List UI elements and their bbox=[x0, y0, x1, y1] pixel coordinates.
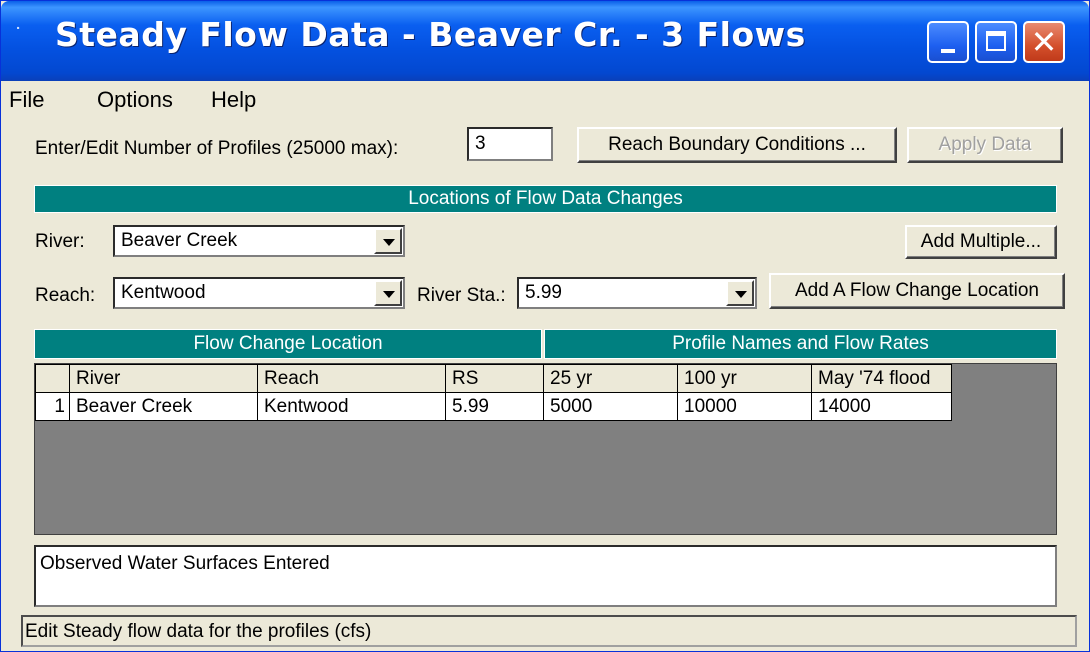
add-multiple-button[interactable]: Add Multiple... bbox=[905, 225, 1057, 259]
cell-reach[interactable]: Kentwood bbox=[257, 392, 446, 421]
profile-names-header: Profile Names and Flow Rates bbox=[544, 329, 1057, 359]
cell-100yr[interactable]: 10000 bbox=[677, 392, 812, 421]
column-header-may74[interactable]: May '74 flood bbox=[811, 364, 952, 393]
chevron-down-icon bbox=[383, 291, 395, 298]
description-box[interactable]: Observed Water Surfaces Entered bbox=[34, 545, 1057, 607]
menu-help[interactable]: Help bbox=[211, 87, 256, 113]
flow-data-grid[interactable]: River Reach RS 25 yr 100 yr May '74 floo… bbox=[34, 363, 1057, 535]
river-sta-value: 5.99 bbox=[525, 282, 562, 303]
minimize-button[interactable] bbox=[927, 21, 969, 63]
chevron-down-icon bbox=[383, 239, 395, 246]
chevron-down-icon bbox=[735, 291, 747, 298]
close-button[interactable]: ✕ bbox=[1023, 21, 1065, 63]
title-bar[interactable]: ⠂ Steady Flow Data - Beaver Cr. - 3 Flow… bbox=[1, 1, 1089, 81]
apply-data-button[interactable]: Apply Data bbox=[907, 127, 1063, 163]
maximize-icon bbox=[986, 31, 1006, 51]
column-header-river[interactable]: River bbox=[69, 364, 258, 393]
reach-boundary-conditions-button[interactable]: Reach Boundary Conditions ... bbox=[577, 127, 897, 163]
status-bar: Edit Steady flow data for the profiles (… bbox=[21, 615, 1077, 647]
steady-flow-window: ⠂ Steady Flow Data - Beaver Cr. - 3 Flow… bbox=[0, 0, 1090, 652]
add-flow-change-location-button[interactable]: Add A Flow Change Location bbox=[769, 273, 1065, 309]
cell-may74[interactable]: 14000 bbox=[811, 392, 952, 421]
cell-25yr[interactable]: 5000 bbox=[543, 392, 678, 421]
flow-change-location-header: Flow Change Location bbox=[34, 329, 542, 359]
cell-rs[interactable]: 5.99 bbox=[445, 392, 544, 421]
column-header-100yr[interactable]: 100 yr bbox=[677, 364, 812, 393]
table-header-row: River Reach RS 25 yr 100 yr May '74 floo… bbox=[35, 364, 952, 393]
reach-combobox[interactable]: Kentwood bbox=[113, 277, 405, 309]
reach-label: Reach: bbox=[35, 285, 96, 306]
profiles-count-input[interactable]: 3 bbox=[467, 127, 553, 161]
river-combobox[interactable]: Beaver Creek bbox=[113, 225, 405, 257]
menu-options[interactable]: Options bbox=[97, 87, 173, 113]
cell-river[interactable]: Beaver Creek bbox=[69, 392, 258, 421]
corner-cell[interactable] bbox=[35, 364, 70, 393]
app-icon: ⠂ bbox=[15, 21, 26, 37]
locations-header: Locations of Flow Data Changes bbox=[34, 185, 1057, 213]
menu-file[interactable]: File bbox=[9, 87, 44, 113]
column-header-25yr[interactable]: 25 yr bbox=[543, 364, 678, 393]
table-row: 1 Beaver Creek Kentwood 5.99 5000 10000 … bbox=[35, 392, 952, 421]
river-sta-label: River Sta.: bbox=[417, 285, 506, 306]
row-number[interactable]: 1 bbox=[35, 392, 70, 421]
river-sta-combobox[interactable]: 5.99 bbox=[517, 277, 757, 309]
reach-dropdown-button[interactable] bbox=[374, 280, 402, 306]
close-icon: ✕ bbox=[1030, 23, 1058, 61]
maximize-button[interactable] bbox=[975, 21, 1017, 63]
menu-bar: File Options Help bbox=[1, 81, 1089, 115]
column-header-reach[interactable]: Reach bbox=[257, 364, 446, 393]
reach-value: Kentwood bbox=[121, 282, 206, 303]
river-value: Beaver Creek bbox=[121, 230, 238, 251]
river-dropdown-button[interactable] bbox=[374, 228, 402, 254]
minimize-icon bbox=[941, 49, 955, 53]
column-header-rs[interactable]: RS bbox=[445, 364, 544, 393]
flow-table: River Reach RS 25 yr 100 yr May '74 floo… bbox=[35, 364, 952, 421]
river-label: River: bbox=[35, 231, 85, 252]
profiles-label: Enter/Edit Number of Profiles (25000 max… bbox=[35, 138, 399, 159]
river-sta-dropdown-button[interactable] bbox=[726, 280, 754, 306]
window-title: Steady Flow Data - Beaver Cr. - 3 Flows bbox=[55, 15, 806, 54]
